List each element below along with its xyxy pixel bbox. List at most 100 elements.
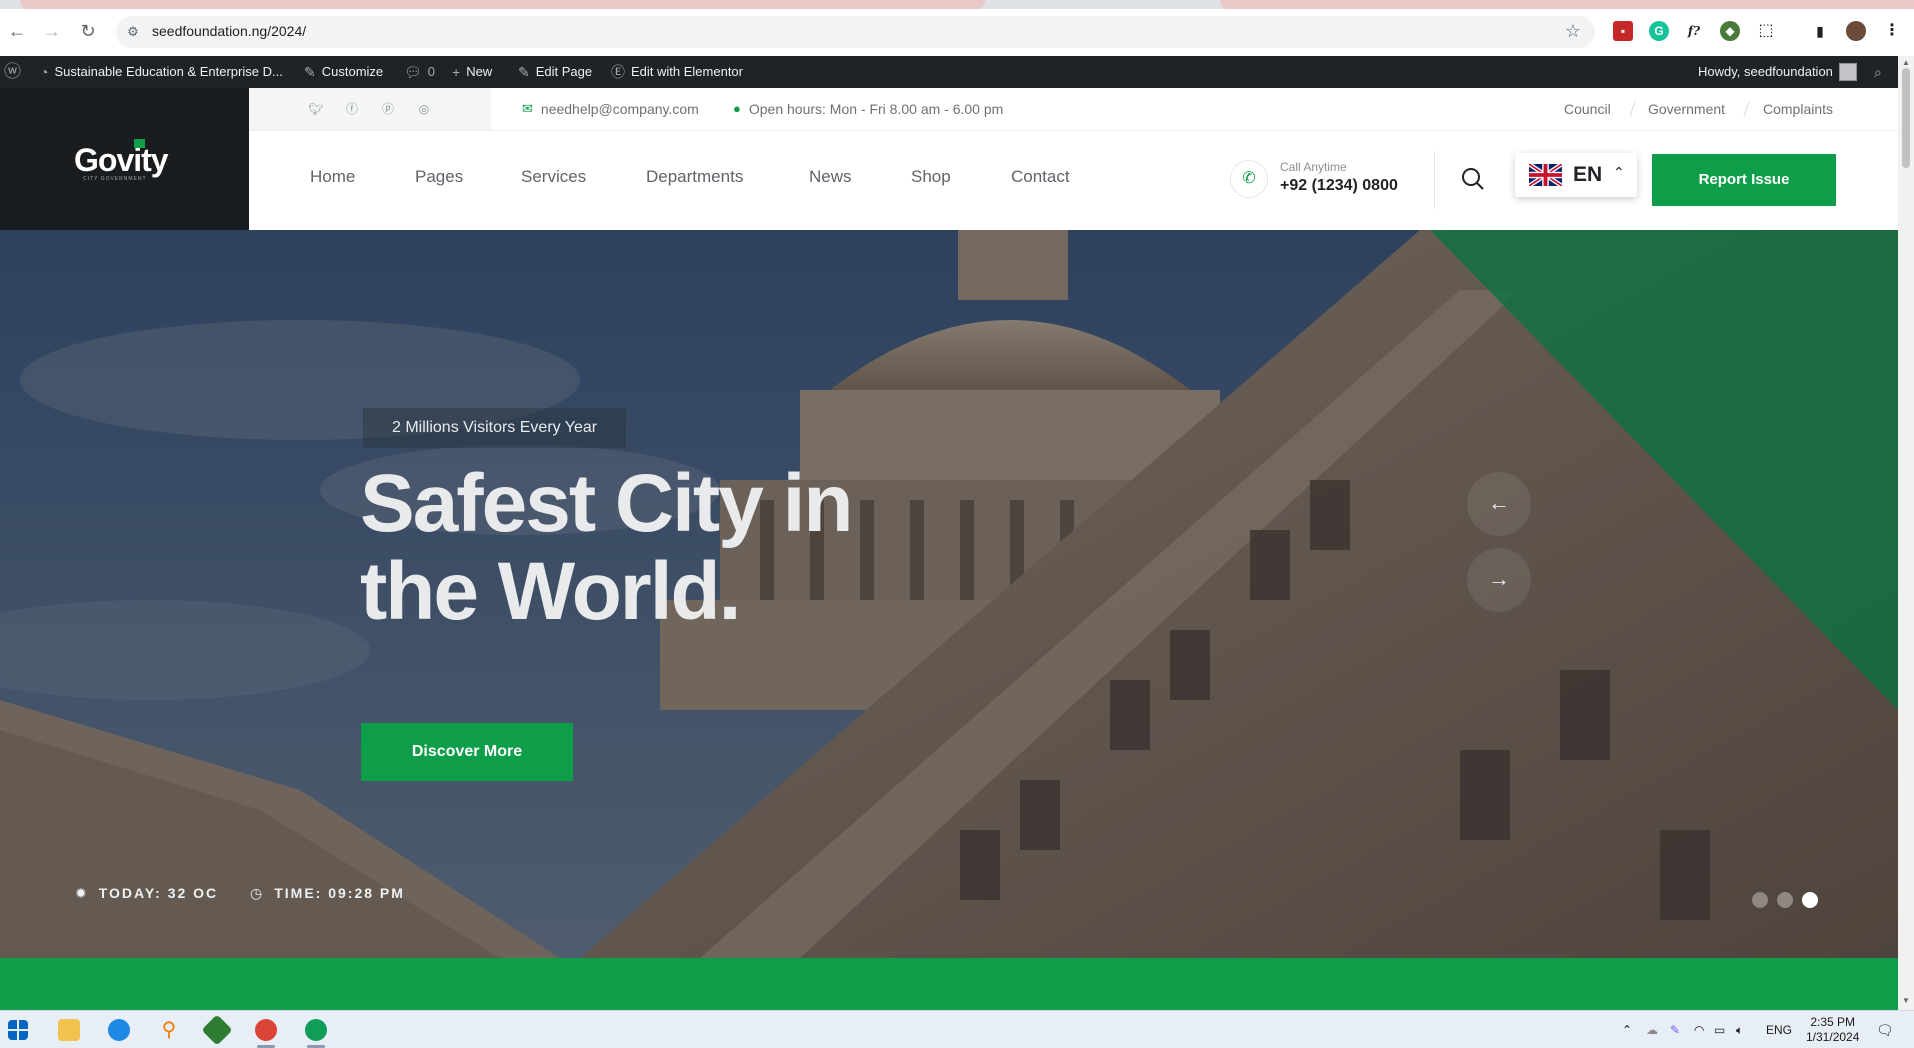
address-bar[interactable]: ⚙ seedfoundation.ng/2024/ ☆ bbox=[116, 16, 1595, 48]
slider-dot-1[interactable] bbox=[1752, 892, 1768, 908]
slider-next-button[interactable]: → bbox=[1467, 548, 1531, 612]
battery-icon[interactable]: ▭ bbox=[1714, 1011, 1725, 1048]
comments-link[interactable]: 💬︎ 0 bbox=[404, 56, 435, 88]
toplink-government[interactable]: Government bbox=[1648, 88, 1725, 130]
nav-item-departments[interactable]: Departments bbox=[646, 167, 743, 187]
scroll-down-icon[interactable]: ▼ bbox=[1901, 996, 1911, 1006]
instagram-icon[interactable]: ◎ bbox=[415, 100, 433, 118]
discover-more-button[interactable]: Discover More bbox=[361, 723, 573, 781]
phone-icon[interactable]: ✆ bbox=[1230, 160, 1268, 198]
wifi-icon[interactable]: ◠ bbox=[1694, 1011, 1704, 1048]
windows-start-icon[interactable] bbox=[8, 1020, 28, 1040]
bookmark-star-icon[interactable]: ☆ bbox=[1565, 21, 1581, 42]
pencil-icon: ✎ bbox=[518, 64, 530, 80]
divider bbox=[1629, 101, 1636, 117]
wp-admin-bar: ⓦ ◔ Sustainable Education & Enterprise D.… bbox=[0, 56, 1914, 88]
edit-elementor-link[interactable]: Ⓔ Edit with Elementor bbox=[611, 56, 743, 88]
toplink-complaints[interactable]: Complaints bbox=[1763, 88, 1833, 130]
extensions-icon[interactable]: ⬚ bbox=[1756, 21, 1776, 41]
account-menu[interactable]: Howdy, seedfoundation bbox=[1698, 56, 1857, 88]
envelope-icon: ✉ bbox=[522, 101, 533, 116]
wordpress-icon[interactable]: ⓦ bbox=[4, 56, 21, 88]
customize-link[interactable]: ✎ Customize bbox=[304, 56, 383, 88]
search-app-icon[interactable]: ⚲ bbox=[158, 1019, 180, 1041]
email-contact[interactable]: ✉ needhelp@company.com bbox=[522, 88, 699, 130]
system-clock[interactable]: 2:35 PM 1/31/2024 bbox=[1806, 1015, 1859, 1045]
chrome-profile-icon[interactable] bbox=[305, 1019, 327, 1041]
tab-strip bbox=[0, 0, 1914, 9]
formula-icon[interactable]: f? bbox=[1684, 21, 1704, 41]
nav-item-pages[interactable]: Pages bbox=[415, 167, 463, 187]
elementor-icon: Ⓔ bbox=[611, 64, 625, 80]
nav-item-services[interactable]: Services bbox=[521, 167, 586, 187]
tray-chevron-icon[interactable]: ⌃ bbox=[1622, 1011, 1632, 1048]
clock-time: 2:35 PM bbox=[1810, 1015, 1856, 1029]
top-bar: 🐦︎ ⓕ ⓟ ◎ ✉ needhelp@company.com ● Open hou… bbox=[249, 88, 1898, 130]
main-navigation: Home Pages Services Departments News Sho… bbox=[249, 130, 1898, 230]
slider-dot-3[interactable] bbox=[1802, 892, 1818, 908]
comment-icon: 💬︎ bbox=[404, 64, 422, 80]
nav-item-contact[interactable]: Contact bbox=[1011, 167, 1070, 187]
volume-icon[interactable]: 🔈︎ bbox=[1736, 1011, 1743, 1048]
site-info-icon[interactable]: ⚙ bbox=[124, 23, 142, 41]
uk-flag-icon bbox=[1529, 164, 1562, 186]
brush-icon: ✎ bbox=[304, 64, 316, 80]
skype-icon[interactable] bbox=[108, 1019, 130, 1041]
call-number[interactable]: +92 (1234) 0800 bbox=[1280, 177, 1398, 195]
onedrive-icon[interactable]: ☁ bbox=[1646, 1011, 1658, 1048]
hero-slider: 2 Millions Visitors Every Year Safest Ci… bbox=[0, 230, 1898, 958]
url-text[interactable]: seedfoundation.ng/2024/ bbox=[152, 23, 306, 39]
green-section bbox=[0, 958, 1898, 1010]
browser-tab[interactable] bbox=[20, 0, 985, 9]
report-issue-button[interactable]: Report Issue bbox=[1652, 154, 1836, 206]
site-name-menu[interactable]: ◔ Sustainable Education & Enterprise D... bbox=[40, 56, 283, 88]
language-indicator[interactable]: ENG bbox=[1766, 1011, 1792, 1048]
chrome-icon[interactable] bbox=[255, 1019, 277, 1041]
scroll-up-icon[interactable]: ▲ bbox=[1901, 58, 1911, 68]
toplink-council[interactable]: Council bbox=[1564, 88, 1611, 130]
clock-icon: ◷ bbox=[250, 885, 265, 901]
plus-icon: + bbox=[452, 64, 461, 80]
hours-text: Open hours: Mon - Fri 8.00 am - 6.00 pm bbox=[748, 101, 1004, 117]
forward-icon[interactable]: → bbox=[39, 18, 65, 44]
pinterest-icon[interactable]: ⓟ bbox=[379, 100, 397, 118]
clock-date: 1/31/2024 bbox=[1806, 1030, 1860, 1044]
twitter-icon[interactable]: 🐦︎ bbox=[307, 100, 325, 118]
reload-icon[interactable]: ↻ bbox=[75, 18, 101, 44]
time-info: ◷ TIME: 09:28 PM bbox=[250, 882, 405, 904]
nav-item-home[interactable]: Home bbox=[310, 167, 355, 187]
hero-headline-line1: Safest City in bbox=[360, 458, 853, 549]
profile-icon[interactable] bbox=[1846, 21, 1866, 41]
hero-headline-line2: the World. bbox=[360, 546, 741, 637]
file-explorer-icon[interactable] bbox=[58, 1019, 80, 1041]
logo[interactable]: Govity CITY GOVERNMENT bbox=[0, 88, 249, 230]
notification-icon[interactable]: 🗨︎ bbox=[1876, 1011, 1894, 1048]
browser-tab[interactable] bbox=[1220, 0, 1914, 9]
windows-taskbar: ⚲ ⌃ ☁ ✎ ◠ ▭ 🔈︎ ENG 2:35 PM 1/31/2024 🗨︎ bbox=[0, 1010, 1914, 1048]
app-icon[interactable] bbox=[201, 1014, 233, 1046]
sidebar-icon[interactable]: ▮ bbox=[1810, 21, 1830, 41]
nav-item-news[interactable]: News bbox=[809, 167, 852, 187]
pen-icon[interactable]: ✎ bbox=[1670, 1011, 1680, 1048]
language-selector[interactable]: EN ⌃ bbox=[1515, 153, 1637, 197]
menu-icon[interactable]: ⋮ bbox=[1882, 21, 1902, 41]
back-icon[interactable]: ← bbox=[4, 18, 30, 44]
weather-text: TODAY: 32 OC bbox=[98, 885, 219, 901]
sun-icon: ✹ bbox=[75, 885, 89, 901]
extension-icon[interactable]: ▪ bbox=[1613, 21, 1633, 41]
edit-page-link[interactable]: ✎ Edit Page bbox=[518, 56, 592, 88]
customize-label: Customize bbox=[321, 64, 384, 79]
grammarly-icon[interactable]: G bbox=[1649, 21, 1669, 41]
search-icon[interactable] bbox=[1460, 166, 1486, 192]
new-content-link[interactable]: + New bbox=[452, 56, 492, 88]
slider-dot-2[interactable] bbox=[1777, 892, 1793, 908]
weather-info: ✹ TODAY: 32 OC bbox=[75, 882, 218, 904]
chevron-up-icon: ⌃ bbox=[1613, 164, 1625, 180]
extension-icon[interactable]: ◆ bbox=[1720, 21, 1740, 41]
page-scrollbar[interactable]: ▲ ▼ bbox=[1898, 56, 1914, 1010]
scroll-thumb[interactable] bbox=[1902, 68, 1910, 168]
admin-search-icon[interactable]: ⌕ bbox=[1874, 56, 1882, 88]
slider-prev-button[interactable]: ← bbox=[1467, 472, 1531, 536]
nav-item-shop[interactable]: Shop bbox=[911, 167, 951, 187]
facebook-icon[interactable]: ⓕ bbox=[343, 100, 361, 118]
